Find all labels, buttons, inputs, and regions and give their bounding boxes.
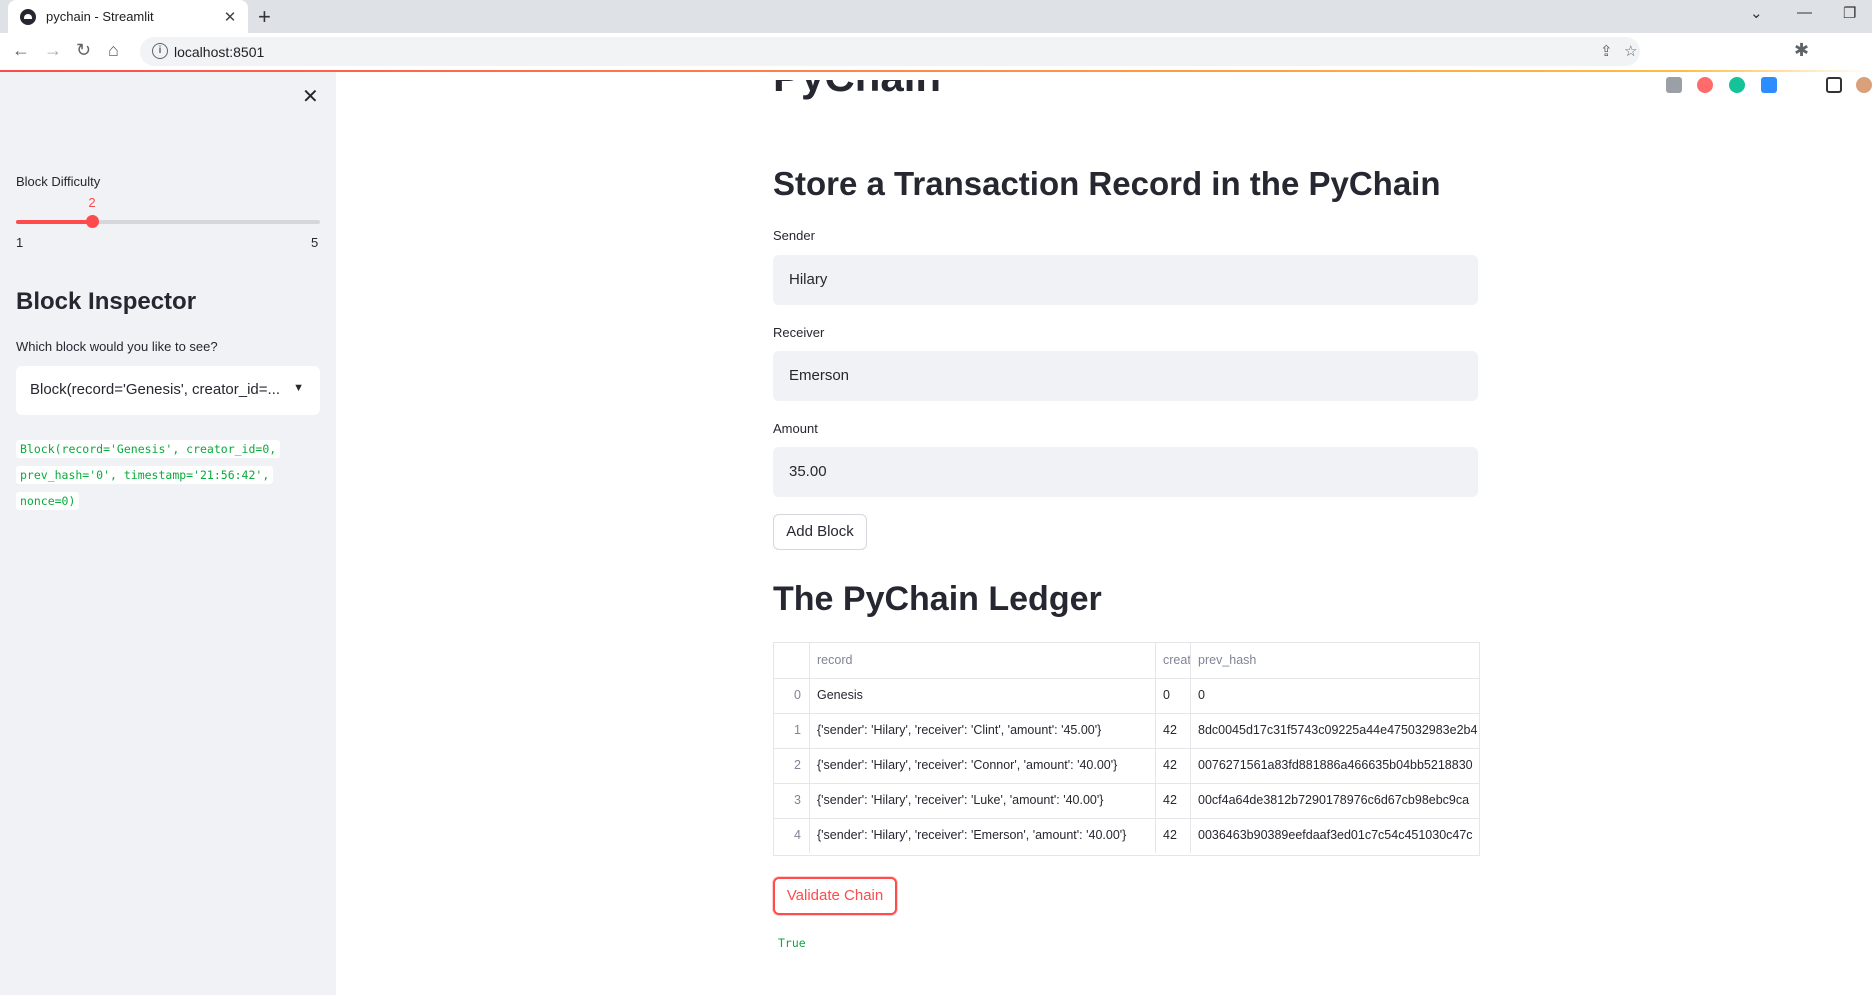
validation-result: True	[778, 936, 806, 950]
block-inspector-heading: Block Inspector	[16, 288, 197, 315]
slider-thumb[interactable]	[86, 215, 99, 228]
streamlit-icon	[20, 8, 36, 25]
slider-max: 5	[311, 235, 319, 250]
code-line: nonce=0)	[16, 492, 80, 510]
star-icon[interactable]: ☆	[1624, 42, 1637, 60]
table-header[interactable]: creat	[1156, 643, 1191, 678]
zoom-icon[interactable]	[1761, 77, 1777, 93]
row-index: 4	[774, 818, 810, 853]
table-row: 2 {'sender': 'Hilary', 'receiver': 'Conn…	[774, 748, 1479, 784]
home-icon[interactable]: ⌂	[108, 40, 119, 61]
slider-value: 2	[88, 195, 96, 210]
prev-hash-cell: 0	[1198, 688, 1205, 702]
store-heading: Store a Transaction Record in the PyChai…	[773, 165, 1441, 202]
creator-cell: 0	[1156, 678, 1191, 713]
row-index: 3	[774, 783, 810, 818]
table-row: 4 {'sender': 'Hilary', 'receiver': 'Emer…	[774, 818, 1479, 853]
ledger-heading: The PyChain Ledger	[773, 580, 1102, 618]
share-icon[interactable]: ⇪	[1600, 42, 1613, 60]
block-code: Block(record='Genesis', creator_id=0, pr…	[16, 436, 306, 514]
back-icon[interactable]: ←	[12, 40, 30, 61]
code-line: Block(record='Genesis', creator_id=0,	[16, 440, 281, 458]
table-header[interactable]: prev_hash	[1191, 643, 1479, 678]
forward-icon[interactable]: →	[44, 40, 62, 61]
tab-close-icon[interactable]: ✕	[220, 8, 240, 26]
sidebar-toggle-icon[interactable]	[1826, 77, 1842, 93]
receiver-label: Receiver	[773, 325, 825, 340]
table-header[interactable]: record	[810, 643, 1156, 678]
record-cell: {'sender': 'Hilary', 'receiver': 'Luke',…	[810, 783, 1156, 818]
ledger-table[interactable]: record creat prev_hash 0 Genesis 0 0 1 {…	[773, 642, 1480, 856]
creator-cell: 42	[1156, 783, 1191, 818]
row-index: 2	[774, 748, 810, 783]
tab-search-icon[interactable]: ⌄	[1750, 4, 1763, 22]
info-icon[interactable]: i	[152, 43, 168, 59]
creator-cell: 42	[1156, 818, 1191, 853]
restore-icon[interactable]: ❐	[1843, 4, 1856, 22]
prev-hash-cell: 8dc0045d17c31f5743c09225a44e475032983e2b…	[1198, 723, 1478, 737]
prev-hash-cell: 0076271561a83fd881886a466635b04bb5218830	[1198, 758, 1473, 772]
table-header	[774, 643, 810, 678]
table-row: 3 {'sender': 'Hilary', 'receiver': 'Luke…	[774, 783, 1479, 819]
record-cell: {'sender': 'Hilary', 'receiver': 'Connor…	[810, 748, 1156, 783]
browser-tab[interactable]: pychain - Streamlit ✕	[8, 0, 248, 33]
address-bar: ← → ↻ ⌂ i localhost:8501 ⇪ ☆ ✱	[0, 33, 1872, 93]
table-header-row: record creat prev_hash	[774, 643, 1479, 679]
slider-min: 1	[16, 235, 24, 250]
reload-icon[interactable]: ↻	[76, 40, 91, 61]
table-row: 1 {'sender': 'Hilary', 'receiver': 'Clin…	[774, 713, 1479, 749]
profile-icon[interactable]	[1856, 77, 1872, 93]
sidebar-close-icon[interactable]: ✕	[302, 84, 319, 109]
new-tab-button[interactable]: +	[258, 4, 271, 30]
url-field[interactable]: i localhost:8501 ⇪ ☆	[140, 37, 1640, 66]
record-cell: {'sender': 'Hilary', 'receiver': 'Clint'…	[810, 713, 1156, 748]
slider-fill	[16, 220, 92, 224]
table-row: 0 Genesis 0 0	[774, 678, 1479, 714]
row-index: 1	[774, 713, 810, 748]
extensions-icon[interactable]: ✱	[1794, 40, 1809, 61]
chevron-down-icon: ▼	[293, 382, 304, 394]
sidebar: ✕ Block Difficulty 2 1 5 Block Inspector…	[0, 72, 336, 995]
grammarly-icon[interactable]	[1729, 77, 1745, 93]
creator-cell: 42	[1156, 748, 1191, 783]
record-cell: {'sender': 'Hilary', 'receiver': 'Emerso…	[810, 818, 1156, 853]
sender-label: Sender	[773, 228, 815, 243]
url-text: localhost:8501	[174, 44, 265, 60]
creator-cell: 42	[1156, 713, 1191, 748]
amount-input[interactable]: 35.00	[773, 447, 1478, 497]
amount-label: Amount	[773, 421, 818, 436]
extension-2-icon[interactable]	[1697, 77, 1713, 93]
code-line: prev_hash='0', timestamp='21:56:42',	[16, 466, 274, 484]
row-index: 0	[774, 678, 810, 713]
select-label: Which block would you like to see?	[16, 339, 218, 354]
minimize-icon[interactable]: —	[1797, 4, 1812, 21]
tab-title: pychain - Streamlit	[46, 9, 154, 24]
difficulty-slider[interactable]	[16, 215, 320, 228]
record-cell: Genesis	[810, 678, 1156, 713]
sender-input[interactable]: Hilary	[773, 255, 1478, 305]
prev-hash-cell: 0036463b90389eefdaaf3ed01c7c54c451030c47…	[1198, 828, 1473, 842]
receiver-input[interactable]: Emerson	[773, 351, 1478, 401]
add-block-button[interactable]: Add Block	[773, 514, 867, 550]
prev-hash-cell: 00cf4a64de3812b7290178976c6d67cb98ebc9ca	[1198, 793, 1470, 807]
browser-tab-bar: pychain - Streamlit ✕ + ⌄ — ❐	[0, 0, 1872, 33]
select-value: Block(record='Genesis', creator_id=...	[30, 381, 281, 398]
extension-1-icon[interactable]	[1666, 77, 1682, 93]
page-title: PyChain	[773, 80, 941, 110]
validate-chain-button[interactable]: Validate Chain	[773, 877, 897, 915]
block-select[interactable]: Block(record='Genesis', creator_id=... ▼	[16, 366, 320, 415]
slider-label: Block Difficulty	[16, 174, 101, 189]
